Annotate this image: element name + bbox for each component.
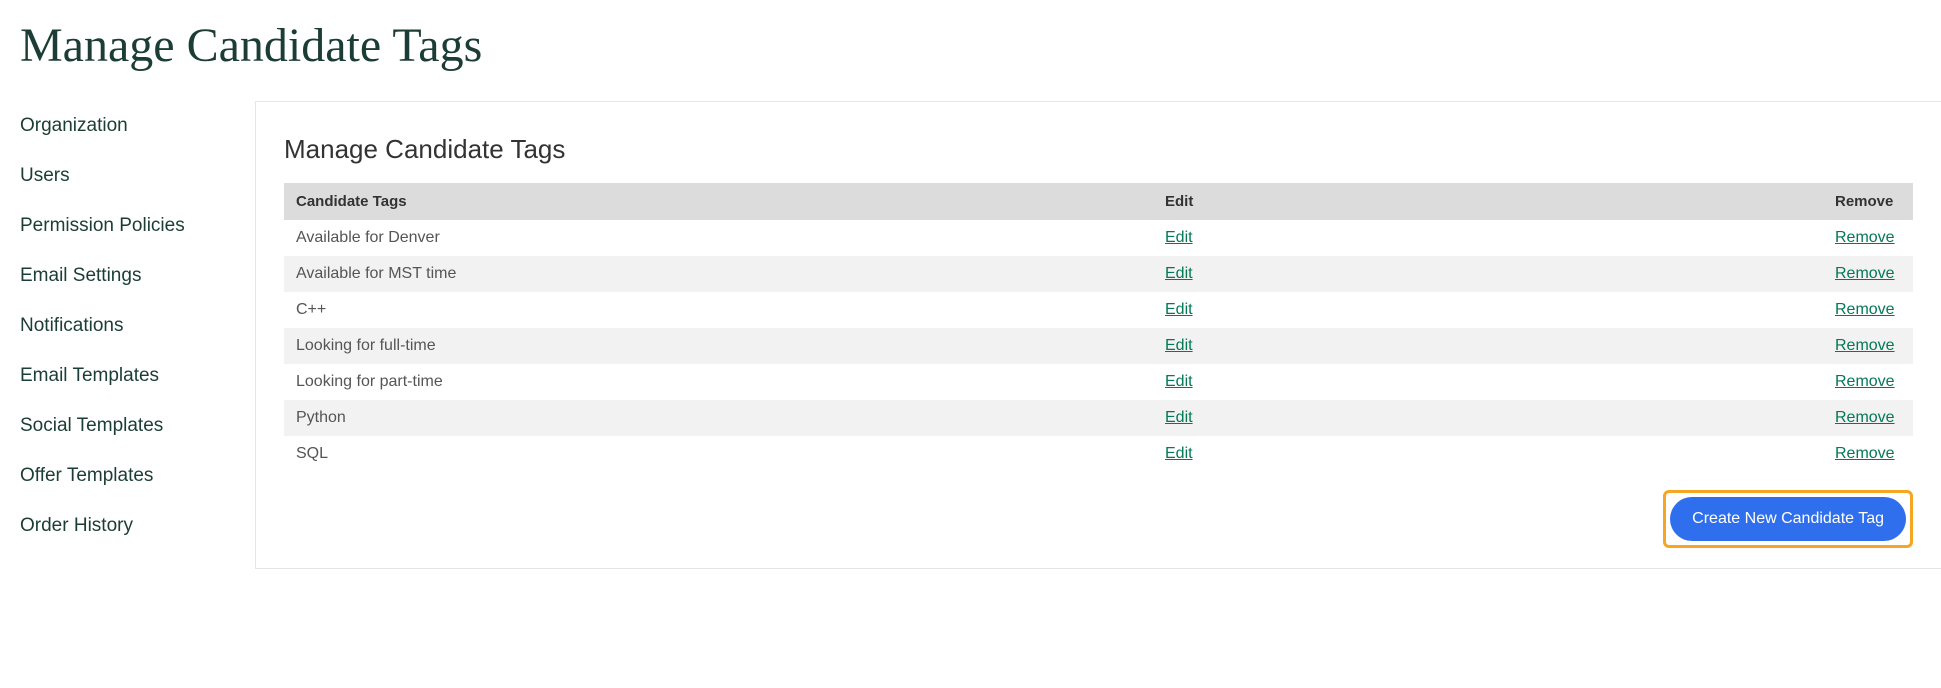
edit-link[interactable]: Edit <box>1165 265 1193 282</box>
sidebar-item-order-history[interactable]: Order History <box>20 501 255 551</box>
tag-name: SQL <box>284 436 1153 472</box>
page-title: Manage Candidate Tags <box>0 0 1941 101</box>
table-row: Available for Denver Edit Remove <box>284 220 1913 256</box>
remove-link[interactable]: Remove <box>1835 373 1895 390</box>
create-new-candidate-tag-button[interactable]: Create New Candidate Tag <box>1670 497 1906 541</box>
edit-link[interactable]: Edit <box>1165 337 1193 354</box>
tag-name: Looking for part-time <box>284 364 1153 400</box>
table-row: Looking for part-time Edit Remove <box>284 364 1913 400</box>
table-row: Available for MST time Edit Remove <box>284 256 1913 292</box>
header-remove: Remove <box>1823 183 1913 220</box>
edit-link[interactable]: Edit <box>1165 373 1193 390</box>
create-button-highlight: Create New Candidate Tag <box>1663 490 1913 548</box>
header-edit: Edit <box>1153 183 1823 220</box>
footer-actions: Create New Candidate Tag <box>284 490 1913 548</box>
remove-link[interactable]: Remove <box>1835 337 1895 354</box>
layout-container: Organization Users Permission Policies E… <box>0 101 1941 569</box>
sidebar-item-email-templates[interactable]: Email Templates <box>20 351 255 401</box>
table-row: SQL Edit Remove <box>284 436 1913 472</box>
tag-name: Available for MST time <box>284 256 1153 292</box>
main-panel: Manage Candidate Tags Candidate Tags Edi… <box>255 101 1941 569</box>
edit-link[interactable]: Edit <box>1165 445 1193 462</box>
sidebar-item-offer-templates[interactable]: Offer Templates <box>20 451 255 501</box>
table-row: Python Edit Remove <box>284 400 1913 436</box>
edit-link[interactable]: Edit <box>1165 229 1193 246</box>
sidebar-item-organization[interactable]: Organization <box>20 101 255 151</box>
edit-link[interactable]: Edit <box>1165 301 1193 318</box>
tag-name: Looking for full-time <box>284 328 1153 364</box>
panel-title: Manage Candidate Tags <box>284 134 1913 165</box>
table-header-row: Candidate Tags Edit Remove <box>284 183 1913 220</box>
sidebar-item-users[interactable]: Users <box>20 151 255 201</box>
edit-link[interactable]: Edit <box>1165 409 1193 426</box>
remove-link[interactable]: Remove <box>1835 409 1895 426</box>
sidebar-item-notifications[interactable]: Notifications <box>20 301 255 351</box>
remove-link[interactable]: Remove <box>1835 265 1895 282</box>
sidebar-item-email-settings[interactable]: Email Settings <box>20 251 255 301</box>
tag-name: Python <box>284 400 1153 436</box>
remove-link[interactable]: Remove <box>1835 301 1895 318</box>
table-row: C++ Edit Remove <box>284 292 1913 328</box>
remove-link[interactable]: Remove <box>1835 229 1895 246</box>
sidebar: Organization Users Permission Policies E… <box>0 101 255 551</box>
table-row: Looking for full-time Edit Remove <box>284 328 1913 364</box>
tag-name: Available for Denver <box>284 220 1153 256</box>
tag-name: C++ <box>284 292 1153 328</box>
remove-link[interactable]: Remove <box>1835 445 1895 462</box>
sidebar-item-permission-policies[interactable]: Permission Policies <box>20 201 255 251</box>
header-candidate-tags: Candidate Tags <box>284 183 1153 220</box>
sidebar-item-social-templates[interactable]: Social Templates <box>20 401 255 451</box>
candidate-tags-table: Candidate Tags Edit Remove Available for… <box>284 183 1913 472</box>
